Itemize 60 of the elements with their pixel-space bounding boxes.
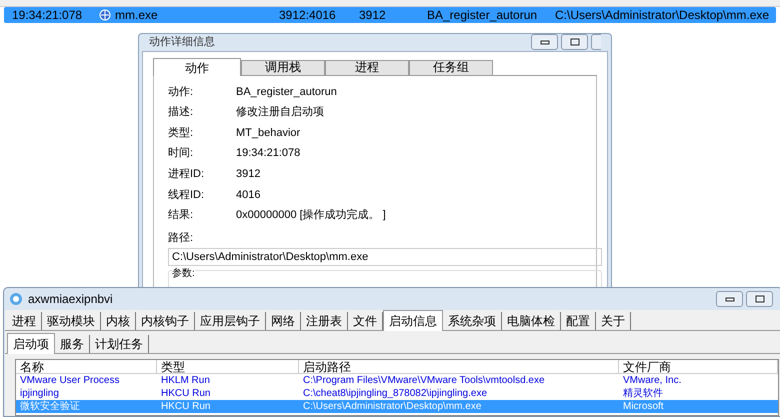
table-row[interactable]: ipjingling HKCU Run C:\cheat8\ipjingling_878082\ipjingling.exe 精灵软件 <box>16 387 778 400</box>
table-cell-text: 精灵软件 <box>622 387 664 400</box>
globe-icon <box>99 9 111 21</box>
window-title: axwmiaexipnbvi <box>28 291 113 308</box>
field-value: 0x00000000 [操作成功完成。 ] <box>236 208 386 224</box>
maximize-button[interactable] <box>746 291 773 307</box>
table-row[interactable]: 19:34:21:078 mm.exe 3912:4016 3912 BA_register_autorun C:\Users\Administrator\Desktop\mm.exe <box>4 7 776 23</box>
params-label: 参数: <box>172 268 195 280</box>
table-cell-text: 微软安全验证 <box>19 400 81 413</box>
minimize-button[interactable] <box>716 291 743 307</box>
field-label: 时间: <box>168 146 194 162</box>
tab[interactable]: 启动项 <box>7 333 55 354</box>
column-header[interactable]: 类型 <box>157 360 299 374</box>
table-row[interactable]: VMware User Process HKLM Run C:\Program Files\VMware\VMware Tools\vmtoolsd.exe VMware, Inc. <box>16 374 778 387</box>
table-cell-text: C:\Program Files\VMware\VMware Tools\vmtoolsd.exe <box>302 374 546 387</box>
table-cell-text: HKCU Run <box>160 387 212 400</box>
table-cell-text: VMware, Inc. <box>622 374 682 387</box>
minimize-icon <box>724 296 734 302</box>
table-cell-text: BA_register_autorun <box>427 7 538 24</box>
field-value: 19:34:21:078 <box>236 146 300 162</box>
field-label: 进程ID: <box>168 166 206 182</box>
column-header[interactable]: 文件厂商 <box>619 360 778 374</box>
table-cell-text: HKLM Run <box>160 374 211 387</box>
table-cell-text: HKCU Run <box>160 400 212 413</box>
column-header[interactable]: 名称 <box>16 360 157 374</box>
tab[interactable]: 动作 <box>153 58 241 76</box>
table-cell-text: VMware User Process <box>19 374 120 387</box>
field-label: 结果: <box>168 208 194 224</box>
column-header[interactable]: 启动路径 <box>299 360 619 374</box>
window-title: 动作详细信息 <box>149 35 215 50</box>
table-cell-text: 3912:4016 <box>279 7 336 24</box>
maximize-icon <box>570 38 580 46</box>
field-label: 描述: <box>168 105 194 120</box>
maximize-icon <box>754 295 764 303</box>
field-label: 动作: <box>168 84 194 100</box>
field-value: 3912 <box>236 166 260 182</box>
table-cell-text: C:\cheat8\ipjingling_878082\ipjingling.exe <box>302 387 488 400</box>
minimize-button[interactable] <box>531 34 558 50</box>
field-value: 4016 <box>236 188 260 203</box>
path-label: 路径: <box>168 230 194 246</box>
app-icon <box>9 292 23 306</box>
tab[interactable]: 调用栈 <box>241 60 325 74</box>
tab[interactable]: 任务组 <box>409 60 493 74</box>
table-cell-text: C:\Users\Administrator\Desktop\mm.exe <box>555 7 770 24</box>
table-cell-text: ipjingling <box>19 387 60 400</box>
table-cell-text: Microsoft <box>622 400 665 413</box>
table-cell-text: 19:34:21:078 <box>12 7 82 24</box>
field-label: 线程ID: <box>168 188 206 203</box>
tab[interactable]: 启动信息 <box>383 310 443 331</box>
field-label: 类型: <box>168 126 194 141</box>
tab[interactable]: 进程 <box>325 60 409 74</box>
table-cell-text: 3912 <box>359 7 386 24</box>
minimize-icon <box>540 39 550 46</box>
field-value: BA_register_autorun <box>236 84 337 100</box>
field-value: 修改注册自启动项 <box>236 104 324 120</box>
table-cell-text: C:\Users\Administrator\Desktop\mm.exe <box>302 400 482 413</box>
field-value: MT_behavior <box>236 126 300 141</box>
table-cell-text: mm.exe <box>115 7 158 24</box>
maximize-button[interactable] <box>561 34 588 50</box>
path-field[interactable]: C:\Users\Administrator\Desktop\mm.exe <box>168 248 602 266</box>
